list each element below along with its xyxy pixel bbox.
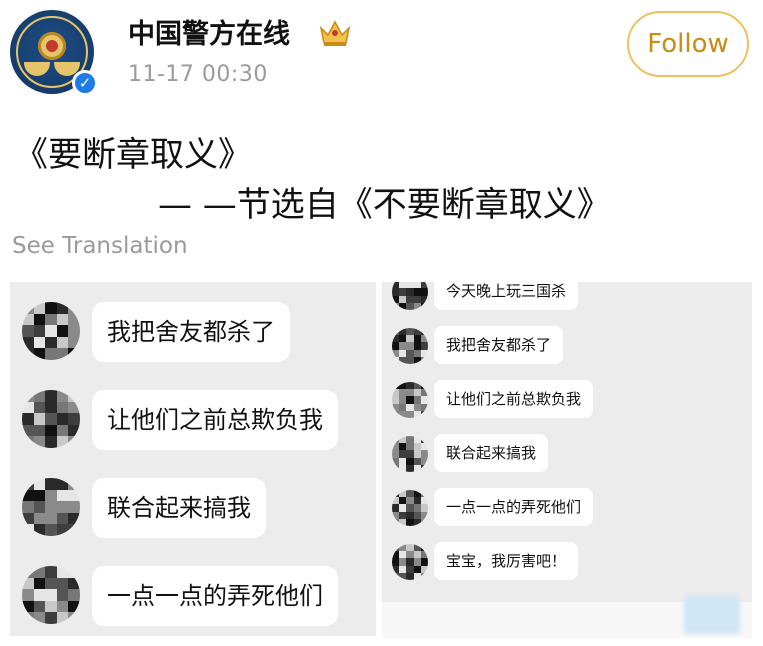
pixelated-avatar-icon <box>22 390 80 448</box>
post-content-line-1: 《要断章取义》 <box>14 135 252 175</box>
post-content-line-2: — —节选自《不要断章取义》 <box>158 185 611 225</box>
post-image-right[interactable]: 今天晚上玩三国杀 我把舍友都杀了 让他们之前总欺负我 联合起来搞我 一点一点的弄… <box>382 282 752 602</box>
author-avatar[interactable]: ✓ <box>10 10 98 96</box>
chat-bubble: 一点一点的弄死他们 <box>434 488 594 526</box>
chat-bubble: 今天晚上玩三国杀 <box>434 282 579 310</box>
chat-bubble: 让他们之前总欺负我 <box>92 390 338 450</box>
chat-bubble: 一点一点的弄死他们 <box>92 566 338 626</box>
chat-bubble: 我把舍友都杀了 <box>92 302 290 362</box>
author-name[interactable]: 中国警方在线 <box>128 12 290 51</box>
pixelated-avatar-icon <box>22 302 80 360</box>
post-timestamp: 11-17 00:30 <box>128 62 268 87</box>
see-translation-link[interactable]: See Translation <box>12 233 188 259</box>
pixelated-avatar-icon <box>22 566 80 624</box>
pixelated-avatar-icon <box>22 478 80 536</box>
pixelated-avatar-icon <box>392 282 428 310</box>
chat-bubble: 我把舍友都杀了 <box>434 326 564 364</box>
blurred-watermark <box>684 596 740 634</box>
verified-badge-icon: ✓ <box>72 70 98 96</box>
pixelated-avatar-icon <box>392 544 428 580</box>
chat-bubble: 联合起来搞我 <box>92 478 266 538</box>
pixelated-avatar-icon <box>392 436 428 472</box>
pixelated-avatar-icon <box>392 490 428 526</box>
follow-button[interactable]: Follow <box>627 11 749 77</box>
pixelated-avatar-icon <box>392 328 428 364</box>
pixelated-avatar-icon <box>392 382 428 418</box>
chat-bubble: 宝宝，我厉害吧！ <box>434 542 579 580</box>
emblem-icon <box>38 32 66 60</box>
post-image-left[interactable]: 我把舍友都杀了 让他们之前总欺负我 联合起来搞我 一点一点的弄死他们 <box>10 282 376 636</box>
crown-badge-icon <box>319 20 351 46</box>
chat-bubble: 让他们之前总欺负我 <box>434 380 594 418</box>
chat-bubble: 联合起来搞我 <box>434 434 549 472</box>
